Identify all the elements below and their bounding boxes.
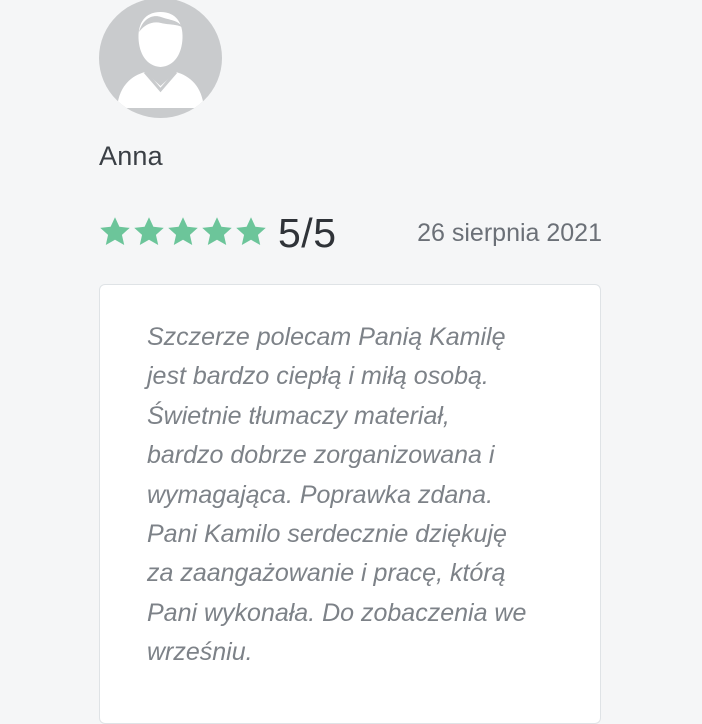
star-icon — [100, 217, 130, 246]
reviewer-name: Anna — [99, 141, 163, 171]
user-avatar-icon — [117, 12, 204, 108]
review-date: 26 sierpnia 2021 — [417, 219, 602, 247]
rating-row: 5/5 26 sierpnia 2021 — [98, 210, 604, 256]
review-text: Szczerze polecam Panią Kamilę jest bardz… — [147, 323, 527, 667]
star-icon — [236, 217, 266, 246]
star-icon — [134, 217, 164, 246]
review-card: Szczerze polecam Panią Kamilę jest bardz… — [99, 284, 601, 724]
avatar — [99, 0, 222, 118]
rating-score: 5/5 — [278, 210, 337, 256]
star-rating — [98, 215, 268, 249]
star-icon — [168, 217, 198, 246]
star-icon — [202, 217, 232, 246]
